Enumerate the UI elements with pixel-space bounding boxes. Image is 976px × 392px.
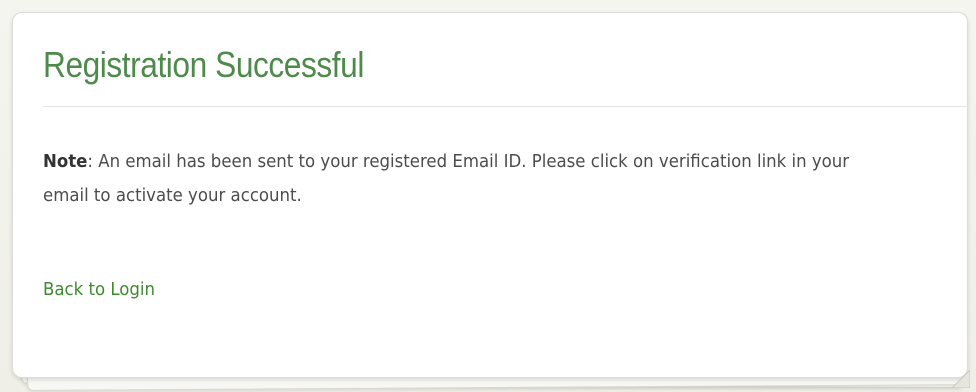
note-message: Note: An email has been sent to your reg… [43,145,853,213]
note-label: Note [43,151,88,172]
page-title: Registration Successful [43,44,364,85]
page-curl-icon [952,370,970,388]
title-divider [43,106,969,107]
registration-success-card: Registration Successful Note: An email h… [12,12,969,378]
note-text: An email has been sent to your registere… [43,151,850,206]
back-to-login-link[interactable]: Back to Login [43,275,155,305]
